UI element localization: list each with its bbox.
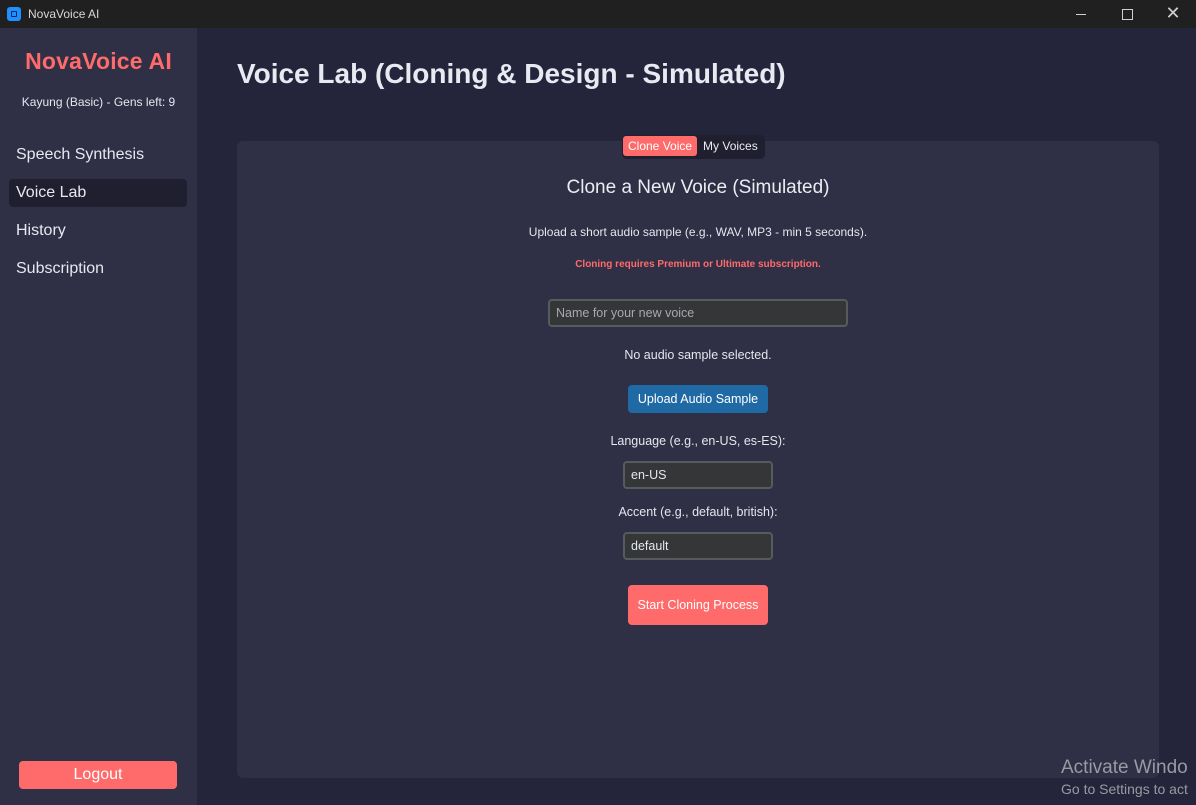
minimize-icon: [1076, 13, 1086, 15]
sidebar-nav: Speech Synthesis Voice Lab History Subsc…: [9, 141, 187, 293]
sidebar-item-voice-lab[interactable]: Voice Lab: [9, 179, 187, 207]
sidebar-item-subscription[interactable]: Subscription: [9, 255, 187, 283]
user-info: Kayung (Basic) - Gens left: 9: [21, 95, 176, 109]
language-input[interactable]: [623, 461, 773, 489]
sample-status: No audio sample selected.: [624, 348, 772, 362]
title-bar: NovaVoice AI ✕: [0, 0, 1196, 28]
upload-audio-button[interactable]: Upload Audio Sample: [628, 385, 768, 413]
section-title: Clone a New Voice (Simulated): [566, 177, 830, 198]
language-label: Language (e.g., en-US, es-ES):: [610, 434, 786, 448]
logout-button[interactable]: Logout: [19, 761, 177, 789]
sidebar: NovaVoice AI Kayung (Basic) - Gens left:…: [0, 28, 197, 805]
accent-input[interactable]: [623, 532, 773, 560]
maximize-button[interactable]: [1104, 0, 1150, 28]
window-controls: ✕: [1058, 0, 1196, 28]
watermark-line1: Activate Windo: [1061, 757, 1188, 778]
upload-hint: Upload a short audio sample (e.g., WAV, …: [528, 225, 868, 239]
premium-warning: Cloning requires Premium or Ultimate sub…: [575, 259, 821, 270]
close-icon: ✕: [1165, 3, 1181, 24]
accent-label: Accent (e.g., default, british):: [618, 505, 778, 519]
tab-clone-voice[interactable]: Clone Voice: [623, 136, 698, 156]
voice-name-input[interactable]: [548, 299, 848, 327]
brand-title: NovaVoice AI: [25, 48, 172, 74]
start-cloning-button[interactable]: Start Cloning Process: [628, 585, 768, 625]
maximize-icon: [1121, 8, 1133, 20]
tab-bar: Clone Voice My Voices: [622, 135, 765, 159]
tab-my-voices[interactable]: My Voices: [697, 136, 764, 156]
app-icon: [7, 7, 21, 21]
minimize-button[interactable]: [1058, 0, 1104, 28]
watermark-line2: Go to Settings to act: [1061, 781, 1188, 797]
activation-watermark: Activate Windo Go to Settings to act: [1061, 757, 1188, 797]
sidebar-item-speech-synthesis[interactable]: Speech Synthesis: [9, 141, 187, 169]
page-title: Voice Lab (Cloning & Design - Simulated): [237, 58, 786, 89]
sidebar-item-history[interactable]: History: [9, 217, 187, 245]
close-button[interactable]: ✕: [1150, 0, 1196, 28]
window-title: NovaVoice AI: [28, 7, 100, 21]
